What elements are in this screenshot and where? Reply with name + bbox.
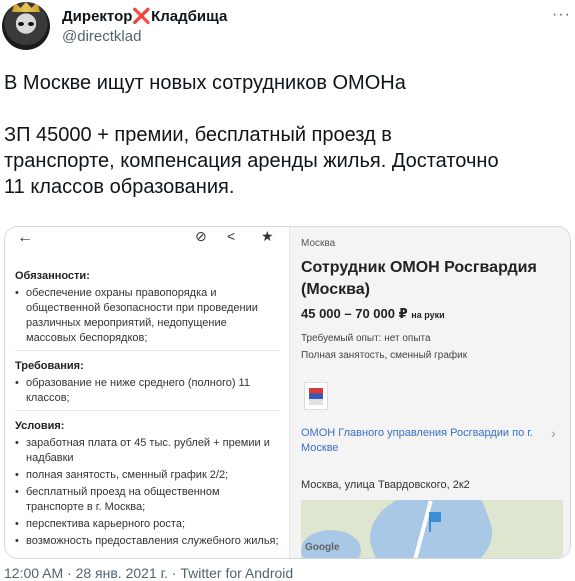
job-employment: Полная занятость, сменный график [301, 350, 468, 361]
chevron-right-icon: › [551, 425, 556, 441]
list-item: обеспечение охраны правопорядка и общест… [15, 286, 279, 346]
company-link: ОМОН Главного управления Росгвардии по г… [301, 427, 533, 454]
list-item: возможность предоставления служебного жи… [15, 534, 279, 549]
salary-range: 45 000 – 70 000 ₽ [301, 306, 408, 321]
more-options-icon[interactable]: ··· [552, 6, 571, 24]
tweet-image[interactable]: ← ⊘ < ★ Обязанности: обеспечение охраны … [4, 226, 571, 559]
company-logo [304, 382, 328, 410]
hide-icon: ⊘ [195, 228, 207, 244]
eye-right [28, 22, 34, 26]
salary-note: на руки [411, 310, 445, 320]
job-address: Москва, улица Твардовского, 2к2 [301, 479, 470, 491]
list-item: бесплатный проезд на общественном трансп… [15, 485, 279, 515]
conditions-title: Условия: [15, 420, 65, 432]
author-name[interactable]: Директор❌Кладбища [62, 7, 227, 25]
map-preview: Google [301, 500, 563, 558]
tweet-line: транспорте, компенсация аренды жилья. До… [4, 150, 499, 172]
eye-left [18, 22, 24, 26]
tweet-text: В Москве ищут новых сотрудников ОМОНа ЗП… [4, 70, 569, 200]
star-icon: ★ [261, 228, 274, 244]
job-experience: Требуемый опыт: нет опыта [301, 333, 431, 344]
share-icon: < [227, 228, 236, 244]
list-item: полная занятость, сменный график 2/2; [15, 468, 279, 483]
job-title: Сотрудник ОМОН Росгвардия (Москва) [301, 259, 537, 298]
avatar[interactable] [2, 2, 50, 50]
duties-title: Обязанности: [15, 270, 90, 282]
tweet-line: В Москве ищут новых сотрудников ОМОНа [4, 72, 406, 94]
job-summary-panel: Москва Сотрудник ОМОН Росгвардия (Москва… [289, 227, 570, 558]
back-arrow-icon: ← [17, 229, 33, 246]
tweet-line: 11 классов образования. [4, 176, 235, 198]
tweet-line: ЗП 45000 + премии, бесплатный проезд в [4, 124, 392, 146]
list-item: перспектива карьерного роста; [15, 517, 279, 532]
tweet-timestamp[interactable]: 12:00 AM · 28 янв. 2021 г. · Twitter for… [4, 565, 293, 581]
crown-icon [12, 2, 40, 12]
map-brand: Google [305, 542, 340, 553]
job-salary: 45 000 – 70 000 ₽ на руки [301, 306, 445, 322]
job-details-panel: ← ⊘ < ★ Обязанности: обеспечение охраны … [5, 227, 287, 558]
job-city: Москва [301, 238, 336, 249]
list-item: образование не ниже среднего (полного) 1… [15, 376, 279, 406]
author-handle[interactable]: @directklad [62, 28, 141, 45]
tweet-header: Директор❌Кладбища @directklad ··· [0, 0, 575, 60]
requirements-title: Требования: [15, 360, 84, 372]
list-item: заработная плата от 45 тыс. рублей + пре… [15, 436, 279, 466]
